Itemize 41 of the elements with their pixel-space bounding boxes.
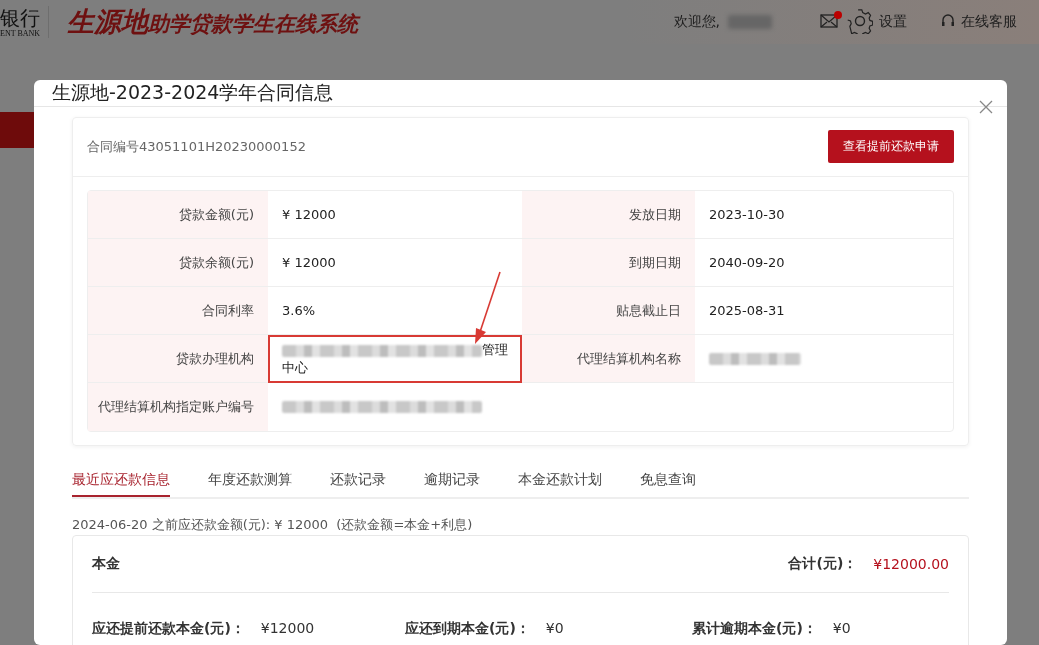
amount-label: 应还到期本金(元)： xyxy=(405,620,530,638)
field-value: 2023-10-30 xyxy=(695,191,953,239)
field-label: 代理结算机构名称 xyxy=(522,335,695,383)
total-value: ¥12000.00 xyxy=(873,556,949,572)
tab[interactable]: 还款记录 xyxy=(330,463,386,497)
amount-value: ¥12000 xyxy=(260,620,315,638)
amount-value: ¥0 xyxy=(545,620,564,638)
modal-title: 生源地-2023-2024学年合同信息 xyxy=(52,80,334,105)
total-label: 合计(元)： xyxy=(788,555,858,573)
tab[interactable]: 年度还款测算 xyxy=(208,463,292,497)
bank-logo-subtitle: ENT BANK xyxy=(0,28,41,38)
field-label: 贷款金额(元) xyxy=(88,191,268,239)
sidebar-active-item xyxy=(0,112,34,148)
settings-link[interactable]: 设置 xyxy=(879,13,907,31)
amount-label: 应还提前还款本金(元)： xyxy=(92,620,245,638)
tab[interactable]: 本金还款计划 xyxy=(518,463,602,497)
field-label: 代理结算机构指定账户编号 xyxy=(88,383,268,431)
welcome-text: 欢迎您, xyxy=(673,13,720,31)
prepayment-request-button[interactable]: 查看提前还款申请 xyxy=(828,129,954,163)
field-label: 发放日期 xyxy=(522,191,695,239)
close-icon[interactable] xyxy=(979,100,993,114)
settings-icon[interactable] xyxy=(847,7,873,37)
field-label: 贴息截止日 xyxy=(522,287,695,335)
section-title: 本金 xyxy=(92,555,120,573)
tab[interactable]: 最近应还款信息 xyxy=(72,463,170,497)
field-label: 合同利率 xyxy=(88,287,268,335)
amount-label: 累计逾期本金(元)： xyxy=(692,620,817,638)
field-value: 2025-08-31 xyxy=(695,287,953,335)
amount-due-summary: 2024-06-20 之前应还款金额(元): ¥ 12000 (还款金额=本金+利息) xyxy=(72,516,474,534)
tab[interactable]: 免息查询 xyxy=(640,463,696,497)
field-value: 2040-09-20 xyxy=(695,239,953,287)
field-label: 贷款办理机构 xyxy=(88,335,268,383)
support-link[interactable]: 在线客服 xyxy=(961,13,1017,31)
field-label: 贷款余额(元) xyxy=(88,239,268,287)
field-label: 到期日期 xyxy=(522,239,695,287)
tab[interactable]: 逾期记录 xyxy=(424,463,480,497)
highlighted-field-value: 管理中心 xyxy=(268,335,522,383)
system-title: 生源地助学贷款学生在线系统 xyxy=(67,5,359,39)
amount-value: ¥0 xyxy=(832,620,851,638)
contract-number: 合同编号43051101H20230000152 xyxy=(87,138,306,156)
bank-logo-text: 银行 xyxy=(0,6,40,29)
